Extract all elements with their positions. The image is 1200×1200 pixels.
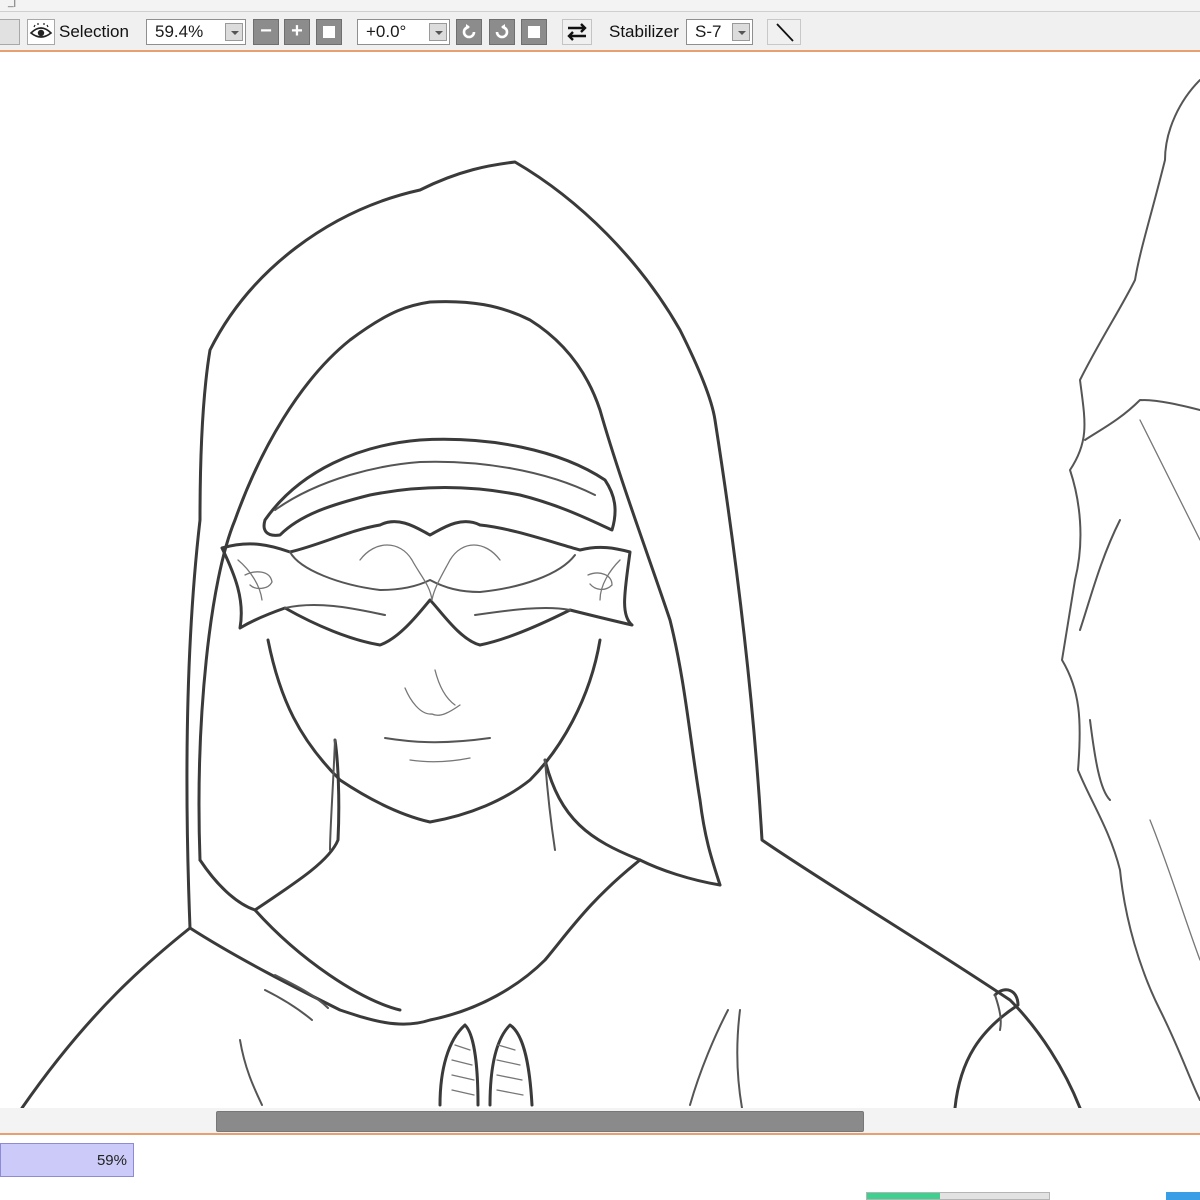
drawing-canvas[interactable] (0, 54, 1200, 1108)
selection-label: Selection (59, 22, 129, 41)
flip-horizontal-icon (567, 23, 587, 41)
view-toggle-button[interactable] (27, 19, 55, 45)
pen-mode-button[interactable] (767, 19, 801, 45)
stabilizer-select[interactable]: S-7 (686, 19, 753, 45)
zoom-reset-button[interactable] (316, 19, 342, 45)
zoom-select[interactable]: 59.4% (146, 19, 246, 45)
horizontal-scrollbar[interactable] (0, 1108, 1200, 1135)
navigator-zoom-percent: 59% (96, 1152, 127, 1169)
flip-horizontal-button[interactable] (562, 19, 592, 45)
eye-icon (29, 23, 53, 38)
chevron-down-icon[interactable] (429, 23, 447, 41)
zoom-out-button[interactable]: − (253, 19, 279, 45)
status-gauge (866, 1192, 1050, 1200)
navigator-panel: 59% (0, 1137, 1200, 1200)
rotation-select[interactable]: +0.0° (357, 19, 450, 45)
stabilizer-label: Stabilizer (609, 22, 679, 41)
rotate-left-icon (462, 24, 476, 39)
chevron-down-icon[interactable] (732, 23, 750, 41)
navigator-zoom-slider[interactable]: 59% (0, 1143, 134, 1177)
scrollbar-thumb[interactable] (216, 1111, 864, 1132)
chevron-down-icon[interactable] (225, 23, 243, 41)
minus-icon: − (260, 20, 272, 42)
status-gauge-fill (867, 1193, 940, 1199)
rotate-right-icon (495, 24, 509, 39)
corner-indicator (1166, 1192, 1200, 1200)
title-glyph: _| (8, 0, 17, 8)
main-toolbar: Selection 59.4% − + +0.0° Stabilizer S-7 (0, 12, 1200, 52)
zoom-value: 59.4% (155, 22, 204, 41)
line-art-drawing (20, 79, 1200, 1108)
plus-icon: + (291, 20, 303, 42)
zoom-in-button[interactable]: + (284, 19, 310, 45)
stabilizer-value: S-7 (695, 22, 722, 41)
rotation-value: +0.0° (366, 22, 407, 41)
title-strip: _| (0, 0, 1200, 12)
rotate-left-button[interactable] (456, 19, 482, 45)
square-reset-icon (528, 26, 540, 38)
hidden-tool-button[interactable] (0, 19, 20, 45)
diagonal-line-icon (776, 23, 794, 42)
square-reset-icon (323, 26, 335, 38)
rotation-reset-button[interactable] (521, 19, 547, 45)
rotate-right-button[interactable] (489, 19, 515, 45)
